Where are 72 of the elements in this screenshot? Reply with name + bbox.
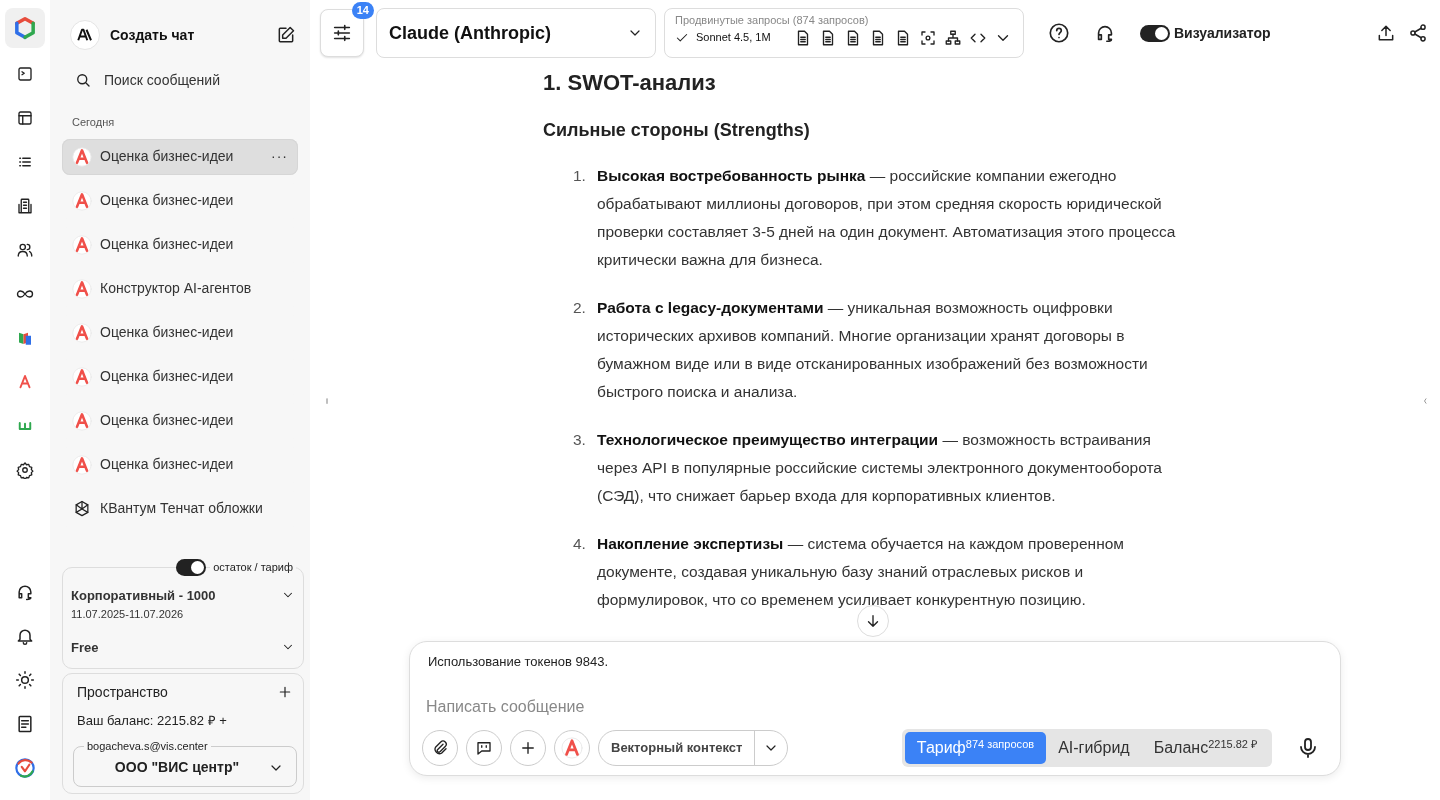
prompts-button[interactable]: [466, 730, 502, 766]
plan-name[interactable]: Корпоративный - 1000: [71, 586, 216, 606]
edit-icon: [276, 25, 296, 45]
sun-icon[interactable]: [15, 670, 35, 690]
search-field[interactable]: Поиск сообщений: [102, 68, 282, 92]
sliders-icon: [331, 22, 353, 44]
letter-a-logo-icon: [72, 454, 92, 475]
plan-name[interactable]: Free: [71, 638, 99, 658]
add-space-button[interactable]: [277, 684, 293, 700]
plan-period: 11.07.2025-11.07.2026: [71, 606, 185, 622]
home-button[interactable]: [5, 8, 45, 48]
model-version: Sonnet 4.5, 1M: [696, 30, 771, 46]
list-number: 2.: [573, 298, 587, 318]
toggle-label: остаток / тариф: [210, 559, 296, 576]
visualizer-toggle[interactable]: [1140, 24, 1170, 42]
document-heading: 1. SWOT-анализ: [543, 70, 717, 97]
share-button[interactable]: [1408, 23, 1428, 43]
space-title: Пространство: [77, 682, 168, 702]
list-item-text: Накопление экспертизы — система обучается на каждом проверенном документе, создавая уникальную базу знаний отраслевых рисков и формулировок, что со временем усиливает конкурентную позицию.: [597, 534, 1125, 610]
list-number: 3.: [573, 430, 587, 450]
letter-a-logo-icon: [72, 410, 92, 431]
list-number: 4.: [573, 534, 587, 554]
hierarchy-icon[interactable]: [943, 28, 962, 47]
share-icon: [1408, 23, 1428, 43]
attach-button[interactable]: [422, 730, 458, 766]
letter-a-logo-icon: [72, 322, 92, 343]
list-number: 1.: [573, 166, 587, 186]
visualizer-label: Визуализатор: [1174, 23, 1271, 43]
export-button[interactable]: [1376, 23, 1396, 43]
document-icon[interactable]: [15, 714, 35, 734]
model-select[interactable]: Claude (Anthropic): [376, 8, 656, 58]
mode-tab[interactable]: AI-гибрид: [1046, 732, 1142, 764]
mode-tab[interactable]: Тариф$^{874 запросов}$: [904, 732, 1047, 764]
scan-icon[interactable]: [918, 28, 937, 47]
list-item-text: Технологическое преимущество интеграции — возможность встраивания через API в популярные российские системы электронного документооборота (СЭД), что снижает барьер входа для корпоративных клиентов.: [597, 430, 1163, 506]
attach-icon: [431, 739, 449, 757]
terminal-icon[interactable]: [16, 65, 34, 83]
section-label: Сегодня: [71, 115, 116, 130]
table-icon[interactable]: [16, 109, 34, 127]
letter-a-logo-icon: [72, 234, 92, 255]
settings-icon[interactable]: [16, 461, 34, 479]
letter-a-logo-icon: [72, 278, 92, 299]
plus-icon: [277, 684, 293, 700]
users-icon[interactable]: [16, 241, 34, 259]
upload-icon: [1376, 23, 1396, 43]
agent-button[interactable]: [554, 730, 590, 766]
help-icon: [1048, 22, 1070, 44]
letter-a-logo-icon: [72, 146, 92, 167]
ring-logo-icon[interactable]: [12, 755, 38, 781]
panel-label: Продвинутые запросы (874 запросов): [675, 13, 870, 28]
add-button[interactable]: [510, 730, 546, 766]
mode-tab[interactable]: Баланс$^{2215.82 ₽}$: [1141, 732, 1269, 764]
list-item-text: Высокая востребованность рынка — российские компании ежегодно обрабатывают миллионы договоров, при этом средняя скорость юридической проверки составляет 3-5 дней на один документ. Автоматизация этого процесса критически важна для бизнеса.: [597, 166, 1177, 270]
plus-icon: [519, 739, 537, 757]
document-subheading: Сильные стороны (Strengths): [543, 120, 811, 142]
new-chat-button[interactable]: Создать чат: [110, 24, 195, 46]
comment-icon: [475, 739, 493, 757]
building-icon[interactable]: [16, 197, 34, 215]
chat-item[interactable]: Оценка бизнес-идеи ···: [62, 138, 298, 175]
letter-a-logo-icon: [72, 366, 92, 387]
anthropic-logo-icon: [70, 20, 100, 50]
new-chat-edit-button[interactable]: [276, 25, 296, 45]
list-item-text: Работа с legacy-документами — уникальная возможность оцифровки исторических архивов компаний. Многие организации хранят договоры в бумажном виде или в виде отсканированных изображений без возможности быстрого поиска и анализа.: [597, 298, 1149, 402]
letter-a-logo-icon: [561, 737, 583, 759]
search-icon: [74, 71, 92, 89]
more-options-button[interactable]: ···: [271, 146, 288, 167]
balance-text: Ваш баланс: 2215.82 ₽ +: [76, 711, 228, 730]
letter-a-logo-icon: [72, 190, 92, 211]
toggle-switch[interactable]: [176, 559, 207, 576]
count-badge: 14: [351, 2, 374, 20]
token-usage-text: Использование токенов 9843.: [427, 652, 610, 671]
help-button[interactable]: [1048, 22, 1070, 44]
